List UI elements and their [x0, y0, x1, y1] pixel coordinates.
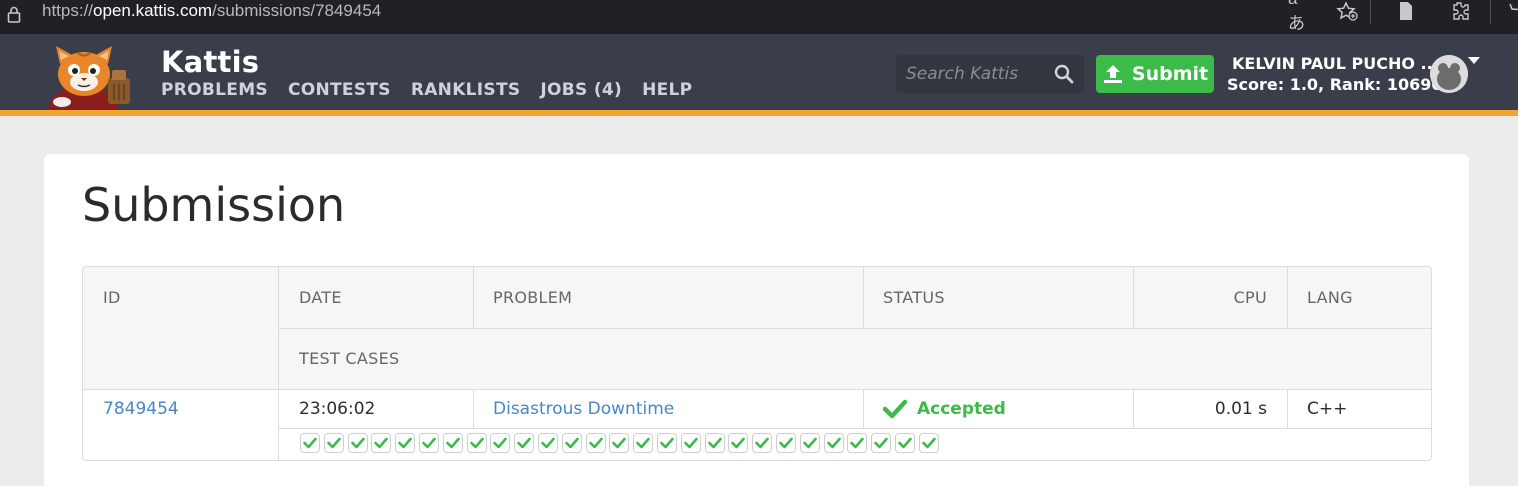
test-case-passed-icon[interactable] [656, 433, 677, 453]
test-case-passed-icon[interactable] [585, 433, 606, 453]
test-case-passed-icon[interactable] [894, 433, 915, 453]
header-id: ID [103, 288, 121, 307]
test-case-passed-icon[interactable] [728, 433, 749, 453]
test-case-passed-icon[interactable] [871, 433, 892, 453]
submit-button-label: Submit [1131, 63, 1209, 85]
row-divider [278, 328, 1431, 329]
user-avatar[interactable] [1430, 55, 1468, 93]
test-case-passed-icon[interactable] [442, 433, 463, 453]
star-add-icon [1336, 1, 1358, 21]
page-title: Submission [82, 178, 346, 232]
test-case-passed-icon[interactable] [752, 433, 773, 453]
row-divider [278, 428, 1431, 429]
test-case-passed-icon[interactable] [609, 433, 630, 453]
favorites-icon[interactable] [1502, 0, 1518, 22]
search-icon[interactable] [1054, 64, 1074, 84]
test-case-passed-icon[interactable] [514, 433, 535, 453]
url-scheme: https:// [42, 1, 94, 20]
submission-table: ID DATE PROBLEM STATUS CPU LANG TEST CAS… [82, 266, 1432, 461]
search-input[interactable] [896, 55, 1046, 93]
navbar-accent-stripe [0, 110, 1518, 116]
test-case-passed-icon[interactable] [490, 433, 511, 453]
test-case-passed-icon[interactable] [775, 433, 796, 453]
nav-help[interactable]: HELP [642, 80, 692, 100]
cpu-time: 0.01 s [1214, 399, 1267, 419]
test-case-passed-icon[interactable] [300, 433, 320, 453]
checkmark-icon [883, 399, 907, 419]
header-cpu: CPU [1233, 288, 1267, 307]
nav-jobs[interactable]: JOBS (4) [540, 80, 622, 100]
row-divider [83, 389, 1431, 390]
status-text: Accepted [917, 399, 1006, 419]
col-divider [278, 267, 279, 460]
page-icon [1400, 2, 1412, 20]
puzzle-icon [1453, 2, 1469, 20]
star-partial-icon [1509, 3, 1518, 11]
test-case-passed-icon[interactable] [799, 433, 820, 453]
url-field[interactable]: https://open.kattis.com/submissions/7849… [42, 0, 381, 22]
nav-problems[interactable]: PROBLEMS [161, 80, 268, 100]
browser-address-bar: https://open.kattis.com/submissions/7849… [0, 0, 1518, 34]
problem-link[interactable]: Disastrous Downtime [493, 399, 674, 419]
lock-icon [7, 6, 21, 23]
test-case-passed-icon[interactable] [371, 433, 392, 453]
test-case-passed-icon[interactable] [680, 433, 701, 453]
url-path: /submissions/7849454 [212, 1, 382, 20]
user-score-rank: Score: 1.0, Rank: 106905 [1227, 75, 1454, 94]
kattis-cat-logo[interactable] [44, 44, 146, 110]
submit-button[interactable]: Submit [1096, 55, 1214, 93]
favorite-star-icon[interactable] [1334, 0, 1360, 22]
test-case-passed-icon[interactable] [704, 433, 725, 453]
brand-title[interactable]: Kattis [161, 45, 259, 79]
nav-contests[interactable]: CONTESTS [288, 80, 391, 100]
submission-id-link[interactable]: 7849454 [103, 399, 179, 419]
test-case-passed-icon[interactable] [418, 433, 439, 453]
header-lang: LANG [1307, 288, 1353, 307]
test-case-passed-icon[interactable] [561, 433, 582, 453]
col-divider [863, 389, 864, 428]
test-case-results [300, 433, 939, 453]
id-header-bg [83, 267, 278, 389]
test-case-passed-icon[interactable] [633, 433, 654, 453]
col-divider [473, 267, 474, 328]
read-aloud-glyph: aあ [1288, 0, 1305, 33]
document-icon[interactable] [1394, 0, 1418, 22]
submission-date: 23:06:02 [299, 399, 376, 419]
read-aloud-icon[interactable]: aあ [1288, 0, 1314, 33]
toolbar-divider [1370, 0, 1371, 24]
test-case-passed-icon[interactable] [823, 433, 844, 453]
header-test-cases: TEST CASES [299, 349, 400, 368]
test-case-passed-icon[interactable] [323, 433, 344, 453]
nav-ranklists[interactable]: RANKLISTS [411, 80, 521, 100]
test-case-passed-icon[interactable] [847, 433, 868, 453]
col-divider [1287, 389, 1288, 428]
main-nav-links: PROBLEMS CONTESTS RANKLISTS JOBS (4) HEL… [161, 80, 692, 100]
col-divider [863, 267, 864, 328]
header-problem: PROBLEM [493, 288, 573, 307]
col-divider [473, 389, 474, 428]
header-date: DATE [299, 288, 342, 307]
header-status: STATUS [883, 288, 945, 307]
testcases-header-bg [278, 328, 1431, 389]
url-host: open.kattis.com [93, 1, 213, 20]
avatar-silhouette-icon [1430, 55, 1468, 93]
user-menu-chevron-down-icon[interactable] [1468, 57, 1480, 64]
test-case-passed-icon[interactable] [466, 433, 487, 453]
search-box [896, 55, 1084, 93]
upload-icon [1103, 65, 1122, 83]
extensions-icon[interactable] [1448, 0, 1472, 22]
test-case-passed-icon[interactable] [395, 433, 416, 453]
status-badge: Accepted [883, 399, 1006, 419]
col-divider [1287, 267, 1288, 328]
test-case-passed-icon[interactable] [537, 433, 558, 453]
user-name[interactable]: KELVIN PAUL PUCHO ... [1232, 54, 1439, 73]
toolbar-divider [1490, 0, 1491, 24]
test-case-passed-icon[interactable] [347, 433, 368, 453]
test-case-passed-icon[interactable] [918, 433, 939, 453]
language: C++ [1307, 399, 1348, 419]
